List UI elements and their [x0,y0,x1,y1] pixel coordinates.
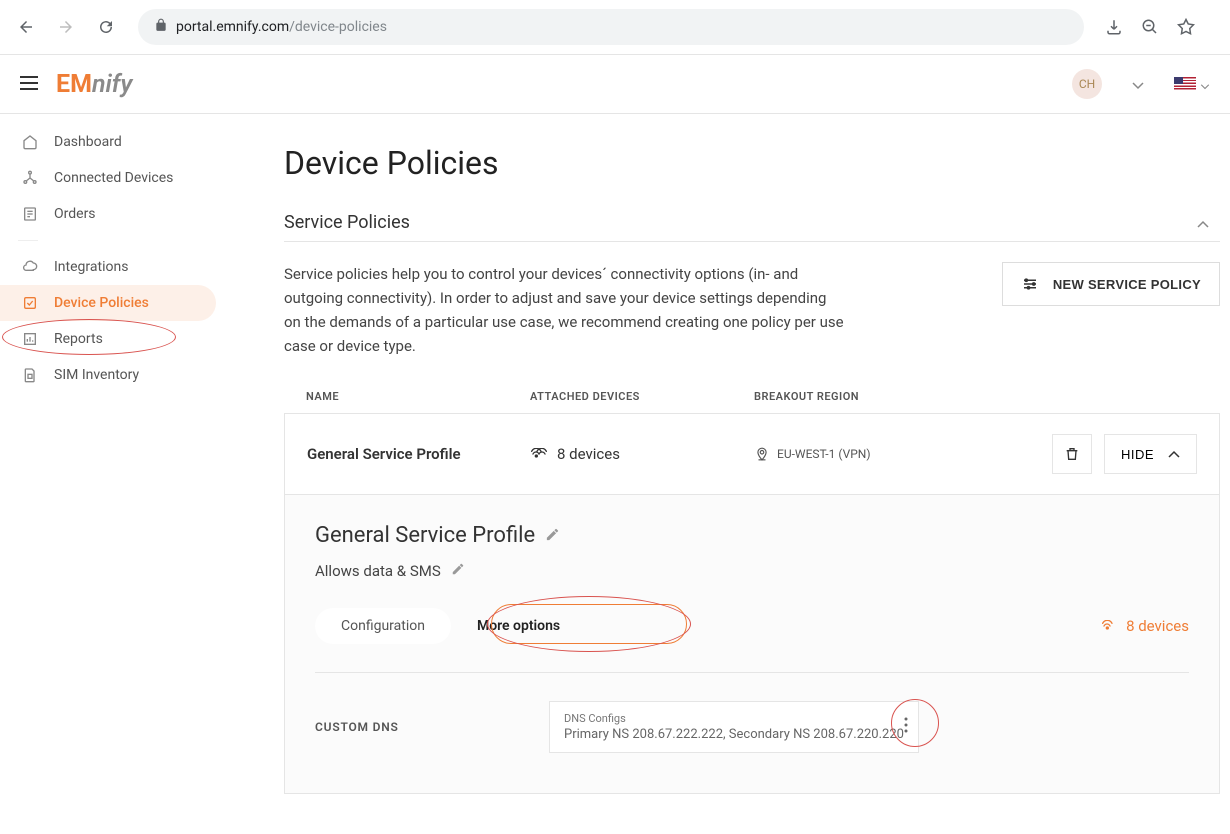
app-topbar: EMnify CH [0,54,1230,114]
chevron-up-icon [1168,450,1180,458]
sidebar-item-label: Connected Devices [54,170,173,186]
section-description: Service policies help you to control you… [284,262,844,358]
sidebar-item-connected-devices[interactable]: Connected Devices [0,160,248,196]
dns-box-label: DNS Configs [564,712,904,725]
section-collapse[interactable] [1196,213,1210,232]
col-attached-devices: ATTACHED DEVICES [530,390,754,403]
address-bar[interactable]: portal.emnify.com/device-policies [138,9,1084,45]
sidebar-item-label: Device Policies [54,295,149,311]
page-title: Device Policies [284,144,1220,182]
dns-more-menu[interactable] [904,717,908,737]
url-domain: portal.emnify.com [176,19,289,35]
forward-button[interactable] [50,11,82,43]
policy-expanded-panel: General Service Profile Allows data & SM… [284,495,1220,794]
delete-button[interactable] [1052,434,1092,474]
devices-link[interactable]: 8 devices [1102,617,1189,635]
new-service-policy-button[interactable]: NEW SERVICE POLICY [1002,262,1220,306]
policy-name: General Service Profile [307,445,531,463]
sidebar-item-label: Orders [54,206,96,222]
col-breakout-region: BREAKOUT REGION [754,390,1198,403]
sidebar-item-orders[interactable]: Orders [0,196,248,232]
policy-devices: 8 devices [531,445,755,463]
col-name: NAME [306,390,530,403]
sidebar-item-label: Reports [54,331,103,347]
url-path: /device-policies [289,19,387,35]
sidebar-item-label: Integrations [54,259,128,275]
user-menu-chevron[interactable] [1132,75,1144,94]
policy-row: General Service Profile 8 devices EU-WES… [284,413,1220,495]
tab-more-options[interactable]: More options [451,608,586,644]
sidebar-item-reports[interactable]: Reports [0,321,248,357]
section-title: Service Policies [284,212,410,233]
dns-box-value: Primary NS 208.67.222.222, Secondary NS … [564,727,904,742]
sidebar-item-label: SIM Inventory [54,367,139,383]
sidebar-item-label: Dashboard [54,134,122,150]
avatar[interactable]: CH [1072,69,1102,99]
logo[interactable]: EMnify [56,70,132,99]
reload-button[interactable] [90,11,122,43]
lock-icon [154,18,168,36]
sidebar: Dashboard Connected Devices Orders Integ… [0,114,248,834]
menu-toggle[interactable] [20,75,38,94]
edit-title-icon[interactable] [545,523,560,548]
policy-region: EU-WEST-1 (VPN) [755,447,1052,461]
expanded-title: General Service Profile [315,523,535,548]
install-icon[interactable] [1100,13,1128,41]
locale-chevron[interactable] [1200,75,1210,94]
zoom-icon[interactable] [1136,13,1164,41]
back-button[interactable] [10,11,42,43]
dns-config-box: DNS Configs Primary NS 208.67.222.222, S… [549,701,919,753]
sidebar-item-sim-inventory[interactable]: SIM Inventory [0,357,248,393]
sidebar-item-integrations[interactable]: Integrations [0,249,248,285]
locale-flag[interactable] [1174,77,1196,91]
sidebar-item-device-policies[interactable]: Device Policies [0,285,216,321]
sidebar-item-dashboard[interactable]: Dashboard [0,124,248,160]
hide-button[interactable]: HIDE [1104,434,1197,474]
browser-chrome: portal.emnify.com/device-policies [0,0,1230,54]
bookmark-icon[interactable] [1172,13,1200,41]
custom-dns-label: CUSTOM DNS [315,720,549,734]
expanded-subtitle: Allows data & SMS [315,562,441,580]
edit-subtitle-icon[interactable] [451,562,465,580]
tab-configuration[interactable]: Configuration [315,608,451,644]
table-header: NAME ATTACHED DEVICES BREAKOUT REGION [284,368,1220,413]
